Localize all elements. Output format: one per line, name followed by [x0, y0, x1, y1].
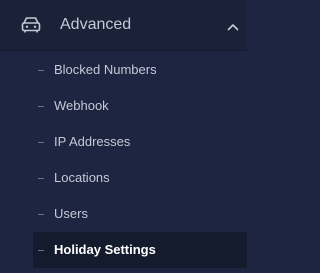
menu-item-webhook[interactable]: Webhook	[0, 88, 247, 124]
dash-marker	[38, 142, 44, 143]
menu-item-holiday-settings[interactable]: Holiday Settings	[33, 232, 247, 268]
car-icon	[20, 15, 42, 35]
menu-item-label: Blocked Numbers	[54, 62, 157, 77]
dash-marker	[38, 250, 44, 251]
advanced-section-header[interactable]: Advanced	[0, 0, 247, 51]
menu-item-users[interactable]: Users	[0, 196, 247, 232]
dash-marker	[38, 214, 44, 215]
dash-marker	[38, 70, 44, 71]
chevron-up-icon[interactable]	[227, 18, 239, 31]
menu-item-ip-addresses[interactable]: IP Addresses	[0, 124, 247, 160]
dash-marker	[38, 178, 44, 179]
sidebar: Advanced Blocked Numbers Webhook IP Addr…	[0, 0, 247, 273]
menu-item-blocked-numbers[interactable]: Blocked Numbers	[0, 52, 247, 88]
menu-item-label: Webhook	[54, 98, 109, 113]
menu-item-locations[interactable]: Locations	[0, 160, 247, 196]
menu-item-label: Holiday Settings	[54, 242, 156, 257]
section-title: Advanced	[60, 16, 132, 33]
dash-marker	[38, 106, 44, 107]
menu-item-label: IP Addresses	[54, 134, 131, 149]
advanced-submenu: Blocked Numbers Webhook IP Addresses Loc…	[0, 51, 247, 273]
menu-item-label: Locations	[54, 170, 110, 185]
menu-item-label: Users	[54, 206, 88, 221]
